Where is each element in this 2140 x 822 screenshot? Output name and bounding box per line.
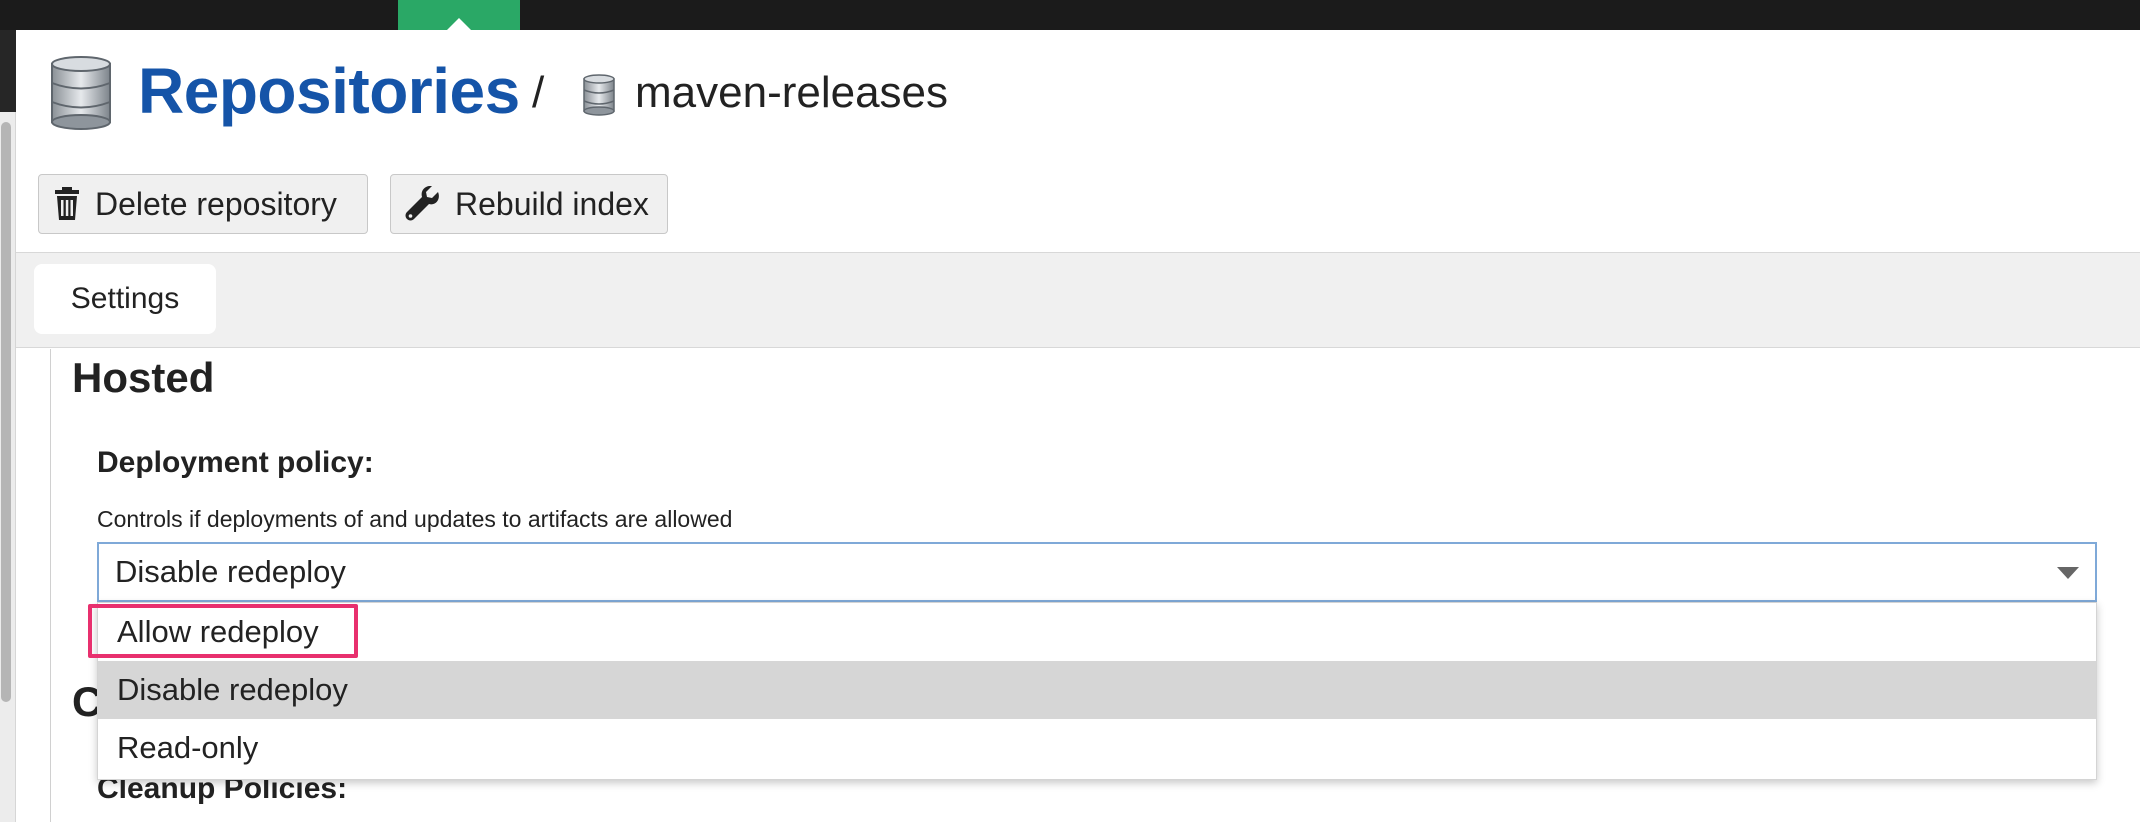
scrollbar-thumb[interactable]: [1, 122, 11, 702]
scrollbar-track[interactable]: [0, 112, 16, 822]
top-nav-bar: [0, 0, 2140, 30]
left-nav-edge: [0, 30, 16, 112]
rebuild-index-label: Rebuild index: [455, 185, 649, 222]
section-title-hosted: Hosted: [72, 354, 215, 401]
delete-repository-label: Delete repository: [95, 185, 337, 222]
deployment-policy-selected-value: Disable redeploy: [115, 554, 346, 589]
option-allow-redeploy[interactable]: Allow redeploy: [98, 603, 2096, 661]
option-disable-redeploy[interactable]: Disable redeploy: [98, 661, 2096, 719]
tab-strip: [16, 252, 2140, 348]
database-icon: [51, 56, 111, 130]
deployment-policy-options: Allow redeploy Disable redeploy Read-onl…: [97, 602, 2097, 780]
wrench-icon: [405, 186, 439, 221]
rebuild-index-button[interactable]: Rebuild index: [390, 174, 668, 234]
active-nav-indicator[interactable]: [398, 0, 520, 30]
breadcrumb-repository-name: maven-releases: [635, 68, 949, 117]
breadcrumb-separator: /: [532, 68, 545, 117]
deployment-policy-help: Controls if deployments of and updates t…: [97, 506, 733, 532]
chevron-down-icon[interactable]: [2057, 567, 2079, 579]
deployment-policy-label: Deployment policy:: [97, 446, 374, 479]
deployment-policy-select[interactable]: Disable redeploy: [97, 542, 2097, 602]
highlight-box: [88, 604, 358, 658]
delete-repository-button[interactable]: Delete repository: [38, 174, 368, 234]
trash-icon: [55, 187, 79, 220]
page-title[interactable]: Repositories: [138, 54, 520, 128]
option-read-only[interactable]: Read-only: [98, 719, 2096, 777]
repository-icon: [583, 74, 615, 116]
tab-settings[interactable]: Settings: [34, 264, 216, 334]
